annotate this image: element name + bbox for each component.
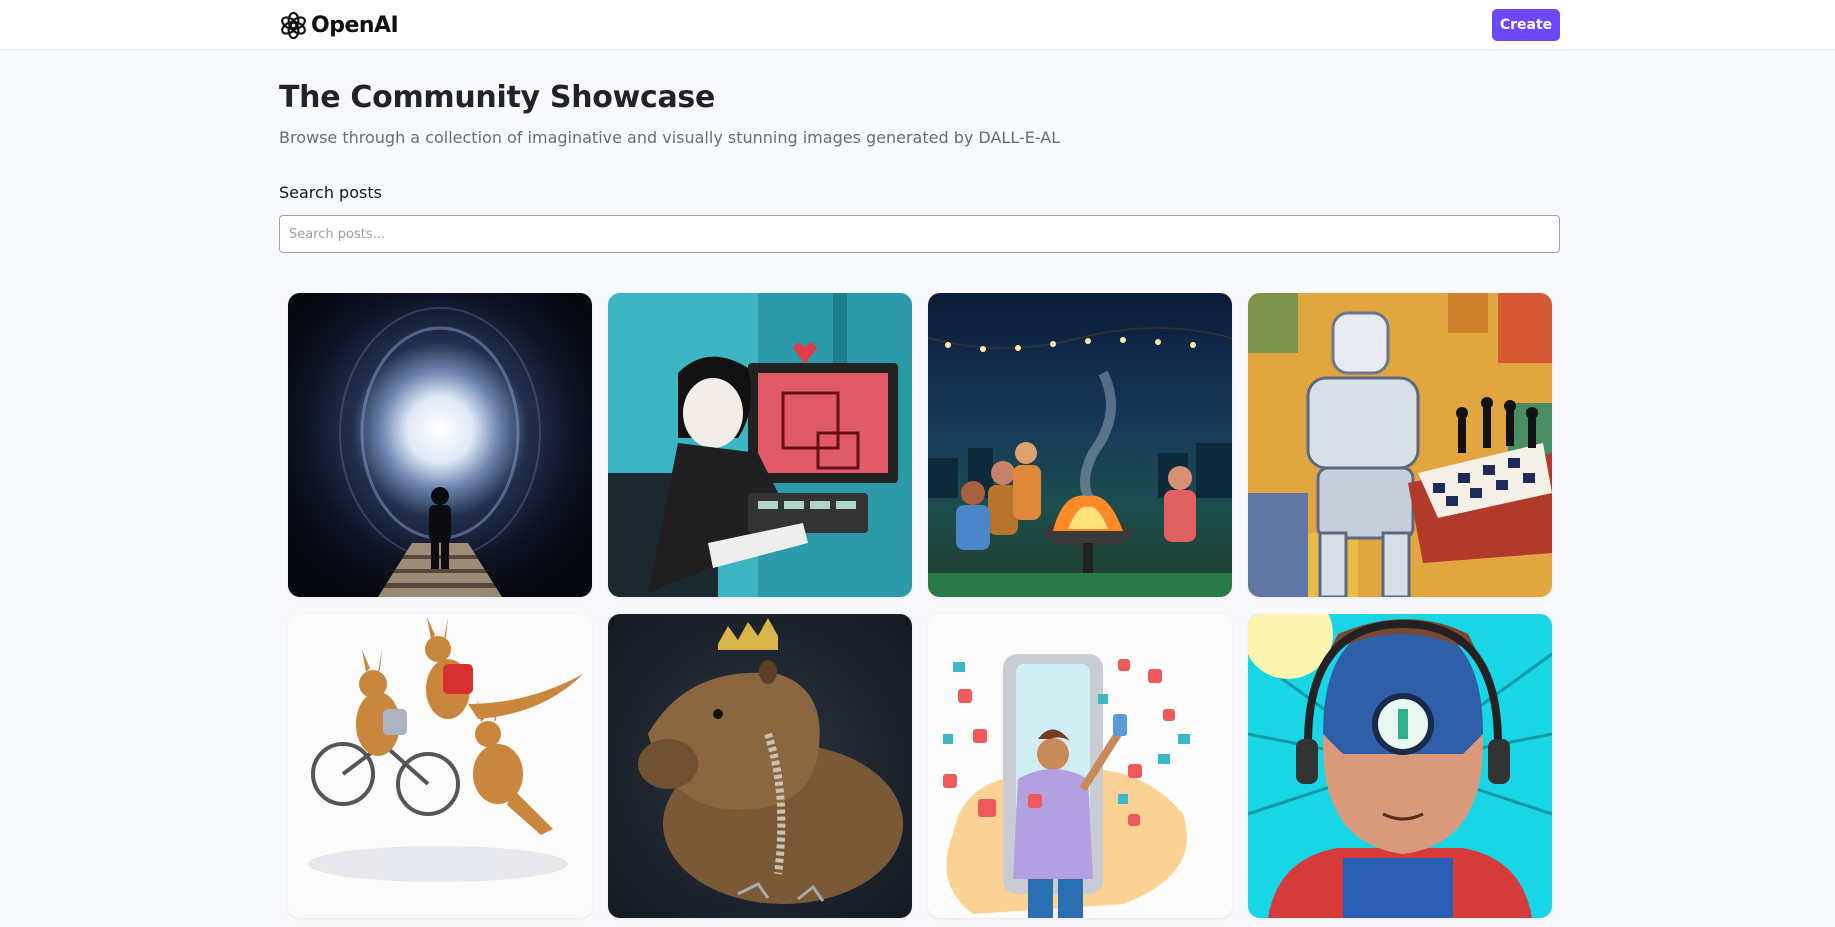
- openai-knot-icon: [281, 11, 306, 39]
- post-image-tunnel: [288, 293, 592, 597]
- page-subtitle: Browse through a collection of imaginati…: [279, 128, 1061, 147]
- page-title: The Community Showcase: [279, 80, 716, 115]
- logo-text: OpenAI: [311, 12, 399, 38]
- post-card[interactable]: [1248, 293, 1552, 597]
- post-card[interactable]: [928, 293, 1232, 597]
- post-image-comic-hero: [1248, 614, 1552, 918]
- create-button[interactable]: Create: [1492, 9, 1560, 41]
- post-image-computer-love: [608, 293, 912, 597]
- post-card[interactable]: [1248, 614, 1552, 918]
- post-image-kangaroos-bike: [288, 614, 592, 918]
- post-image-rooftop-fire: [928, 293, 1232, 597]
- post-card[interactable]: [288, 293, 592, 597]
- post-image-robot-chess: [1248, 293, 1552, 597]
- search-label: Search posts: [279, 183, 382, 202]
- post-card[interactable]: [288, 614, 592, 918]
- search-input[interactable]: [279, 215, 1560, 253]
- openai-logo[interactable]: OpenAI: [279, 10, 399, 40]
- post-image-capybara-crown: [608, 614, 912, 918]
- posts-grid: [288, 293, 1552, 918]
- post-image-selfie-social: [928, 614, 1232, 918]
- top-navbar: OpenAI Create: [0, 0, 1835, 50]
- post-card[interactable]: [608, 614, 912, 918]
- post-card[interactable]: [608, 293, 912, 597]
- post-card[interactable]: [928, 614, 1232, 918]
